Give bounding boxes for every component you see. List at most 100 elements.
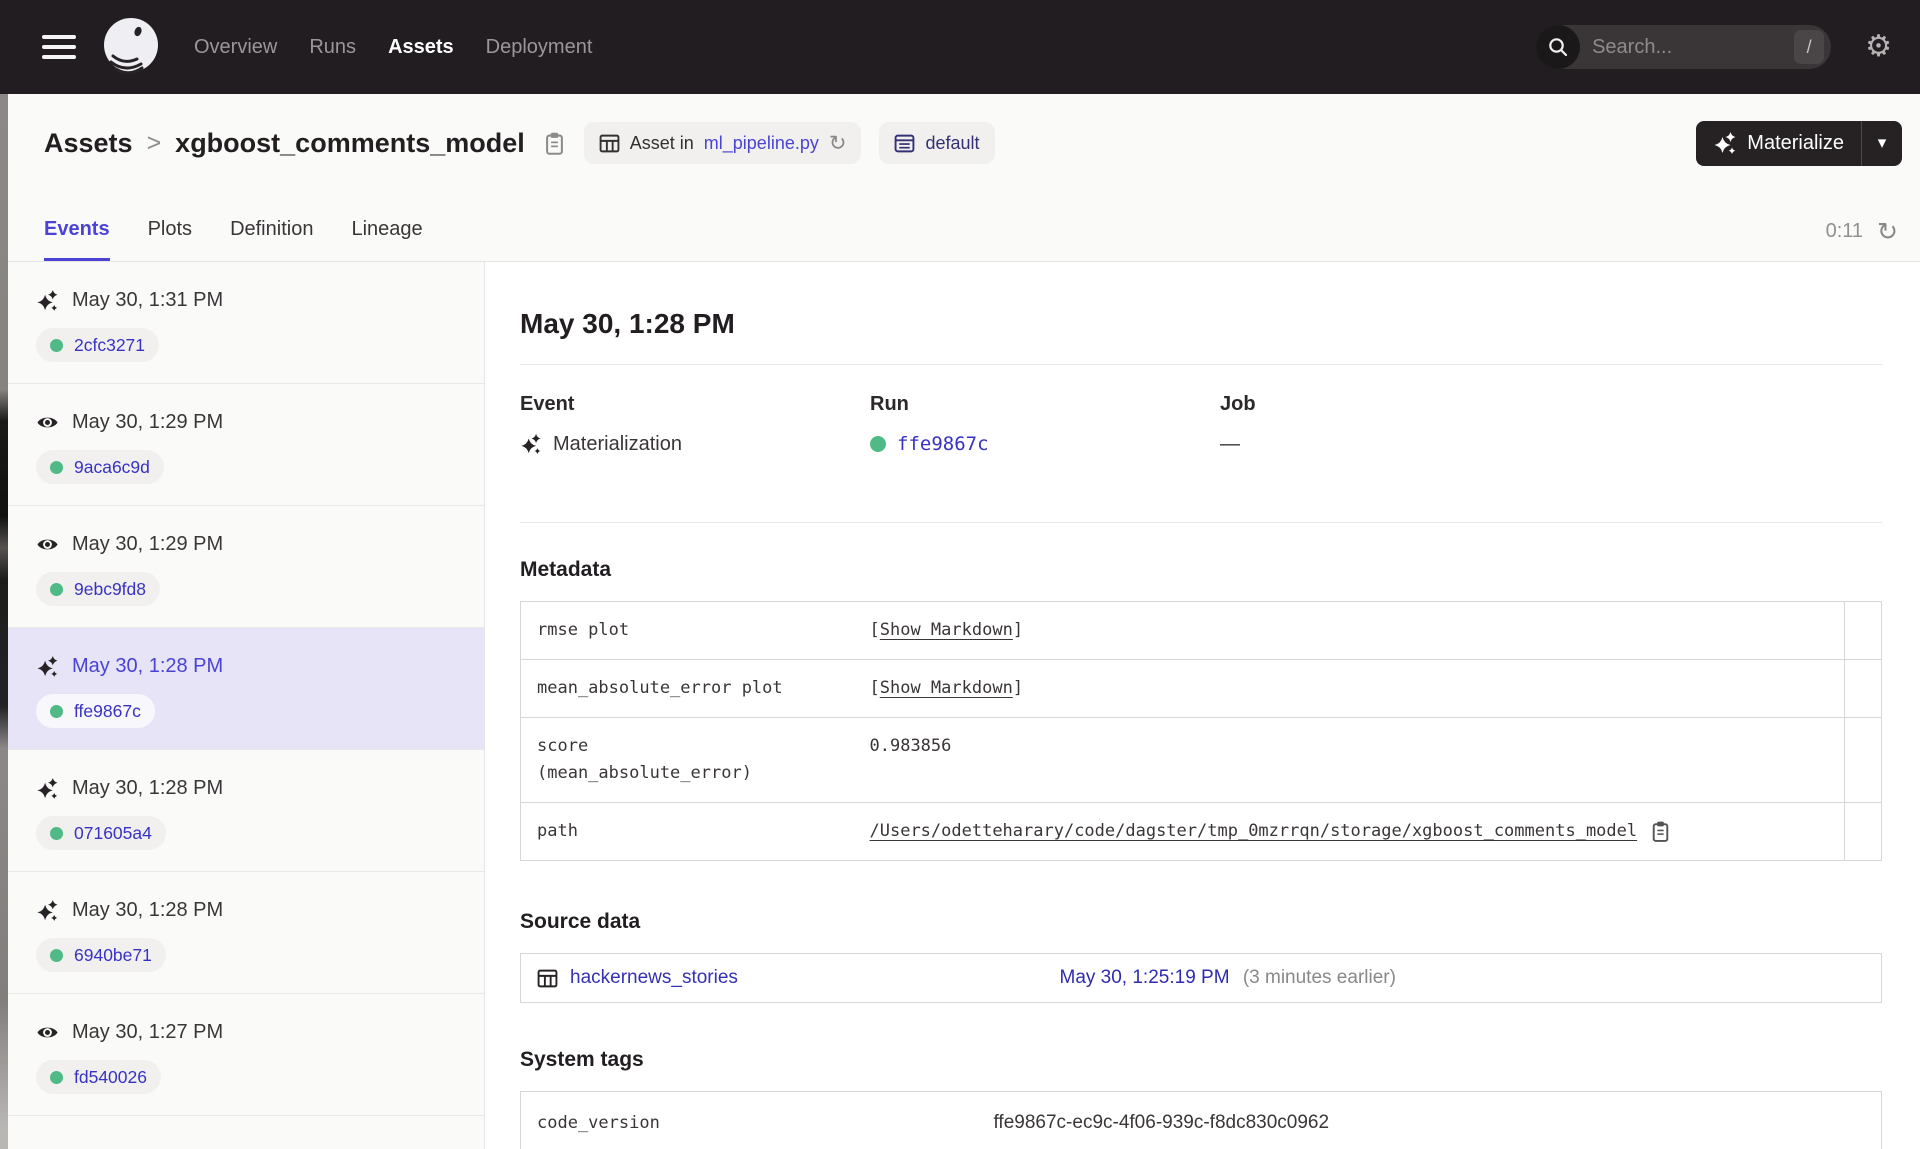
- asset-location-file-link[interactable]: ml_pipeline.py: [704, 133, 819, 154]
- job-column-label: Job: [1220, 393, 1256, 415]
- event-list: May 30, 1:31 PM 2cfc3271 May 30, 1:29 PM…: [8, 262, 485, 1149]
- event-list-item[interactable]: May 30, 1:31 PM 2cfc3271: [8, 262, 484, 384]
- asset-header: Assets > xgboost_comments_model Asset in…: [8, 94, 1920, 182]
- metadata-key: mean_absolute_error plot: [520, 659, 854, 718]
- gear-icon[interactable]: ⚙: [1865, 32, 1892, 62]
- materialization-sparkle-icon: [521, 433, 541, 455]
- top-nav-bar: Overview Runs Assets Deployment Search..…: [0, 0, 1920, 94]
- source-asset-link[interactable]: hackernews_stories: [570, 967, 738, 989]
- page-title: xgboost_comments_model: [175, 127, 525, 158]
- asset-table-icon: [599, 134, 620, 152]
- primary-nav: Overview Runs Assets Deployment: [194, 36, 592, 59]
- event-detail-panel: May 30, 1:28 PM Event Materialization Ru…: [485, 262, 1920, 1149]
- slash-key-badge: /: [1794, 30, 1825, 64]
- event-list-item[interactable]: May 30, 1:28 PM 071605a4: [8, 750, 484, 872]
- repo-badge[interactable]: default: [879, 122, 995, 164]
- success-dot: [50, 826, 63, 840]
- show-markdown-link[interactable]: Show Markdown: [880, 620, 1013, 640]
- run-id-badge[interactable]: 6940be71: [36, 938, 166, 972]
- source-materialization-time-link[interactable]: May 30, 1:25:19 PM: [1060, 967, 1230, 988]
- nav-item-deployment[interactable]: Deployment: [486, 36, 593, 59]
- run-id-badge[interactable]: fd540026: [36, 1060, 161, 1094]
- system-tag-value: ffe9867c-ec9c-4f06-939c-f8dc830c0962: [993, 1112, 1330, 1133]
- run-id-badge[interactable]: ffe9867c: [36, 694, 155, 728]
- asset-location-prefix: Asset in: [629, 132, 694, 153]
- run-id-badge[interactable]: 2cfc3271: [36, 328, 160, 362]
- nav-item-overview[interactable]: Overview: [194, 36, 277, 59]
- event-list-item[interactable]: May 30, 1:28 PM 6940be71: [8, 872, 484, 994]
- materialize-caret-down-icon[interactable]: ▾: [1862, 121, 1902, 166]
- system-tags-table: code_version ffe9867c-ec9c-4f06-939c-f8d…: [520, 1091, 1882, 1149]
- run-id-badge[interactable]: 9aca6c9d: [36, 450, 164, 484]
- success-dot: [50, 582, 63, 596]
- metadata-key: score (mean_absolute_error): [520, 717, 854, 803]
- system-tags-heading: System tags: [520, 1048, 644, 1071]
- repo-icon: [895, 134, 915, 152]
- success-dot: [50, 338, 63, 352]
- materialize-button-label: Materialize: [1747, 131, 1844, 154]
- success-dot: [50, 460, 63, 474]
- materialization-sparkle-icon: [37, 655, 58, 677]
- observation-eye-icon: [37, 417, 58, 427]
- dagster-logo[interactable]: [100, 14, 162, 81]
- tab-lineage[interactable]: Lineage: [351, 218, 422, 261]
- path-link[interactable]: /Users/odetteharary/code/dagster/tmp_0mz…: [870, 818, 1638, 845]
- materialize-sparkle-icon: [1714, 132, 1736, 154]
- materialization-sparkle-icon: [37, 289, 58, 311]
- success-dot: [50, 704, 63, 718]
- materialization-sparkle-icon: [37, 777, 58, 799]
- metadata-key: rmse plot: [537, 620, 630, 640]
- event-timestamp: May 30, 1:31 PM: [72, 289, 224, 311]
- reload-code-location-icon[interactable]: ↻: [829, 132, 847, 154]
- search-input[interactable]: Search... /: [1536, 25, 1832, 69]
- run-id-badge[interactable]: 9ebc9fd8: [36, 572, 161, 606]
- job-value: —: [1220, 433, 1240, 455]
- tab-plots[interactable]: Plots: [148, 218, 192, 261]
- copy-asset-name-icon[interactable]: [543, 131, 566, 156]
- observation-eye-icon: [37, 539, 58, 549]
- event-list-item[interactable]: May 30, 1:29 PM 9ebc9fd8: [8, 506, 484, 628]
- event-list-item-selected[interactable]: May 30, 1:28 PM ffe9867c: [8, 628, 484, 750]
- source-data-heading: Source data: [520, 910, 641, 933]
- metadata-table: rmse plot [Show Markdown] mean_absolute_…: [520, 601, 1882, 861]
- breadcrumb-assets-link[interactable]: Assets: [44, 128, 133, 159]
- run-id-badge[interactable]: 071605a4: [36, 816, 166, 850]
- run-id-link[interactable]: ffe9867c: [897, 430, 989, 458]
- event-detail-title: May 30, 1:28 PM: [520, 308, 735, 339]
- event-timestamp: May 30, 1:28 PM: [72, 777, 224, 799]
- event-timestamp: May 30, 1:27 PM: [72, 1021, 224, 1043]
- source-relative-time: (3 minutes earlier): [1242, 967, 1396, 988]
- breadcrumb-separator: >: [146, 128, 162, 157]
- refresh-icon[interactable]: ↻: [1877, 219, 1898, 244]
- nav-item-runs[interactable]: Runs: [309, 36, 356, 59]
- materialization-sparkle-icon: [37, 899, 58, 921]
- observation-eye-icon: [37, 1027, 58, 1037]
- event-list-item[interactable]: May 30, 1:27 PM fd540026: [8, 994, 484, 1116]
- table-row: rmse plot [Show Markdown]: [521, 601, 1882, 660]
- event-timestamp: May 30, 1:29 PM: [72, 533, 224, 555]
- copy-path-icon[interactable]: [1650, 820, 1671, 843]
- event-timestamp: May 30, 1:28 PM: [72, 655, 224, 677]
- show-markdown-link[interactable]: Show Markdown: [880, 678, 1013, 698]
- metadata-heading: Metadata: [520, 558, 612, 581]
- event-list-item[interactable]: May 30, 1:29 PM 9aca6c9d: [8, 384, 484, 506]
- success-dot: [50, 948, 63, 962]
- metadata-key: path: [520, 802, 854, 861]
- repo-badge-label: default: [925, 132, 980, 153]
- search-placeholder: Search...: [1592, 35, 1673, 58]
- success-dot: [870, 436, 886, 452]
- left-edge-strip: [0, 94, 8, 1149]
- system-tag-key: code_version: [537, 1113, 660, 1133]
- asset-tabs: Events Plots Definition Lineage 0:11 ↻: [8, 182, 1920, 262]
- materialize-button[interactable]: Materialize: [1696, 121, 1861, 166]
- asset-table-icon: [537, 969, 558, 987]
- table-row: score (mean_absolute_error) 0.983856: [520, 717, 1882, 803]
- tab-events[interactable]: Events: [44, 218, 110, 261]
- hamburger-menu-icon[interactable]: [42, 35, 76, 59]
- table-row: hackernews_stories May 30, 1:25:19 PM (3…: [521, 954, 1882, 1003]
- source-data-table: hackernews_stories May 30, 1:25:19 PM (3…: [520, 953, 1882, 1003]
- tab-definition[interactable]: Definition: [230, 218, 313, 261]
- table-row: mean_absolute_error plot [Show Markdown]: [520, 659, 1882, 718]
- event-timestamp: May 30, 1:29 PM: [72, 411, 224, 433]
- nav-item-assets[interactable]: Assets: [388, 36, 454, 59]
